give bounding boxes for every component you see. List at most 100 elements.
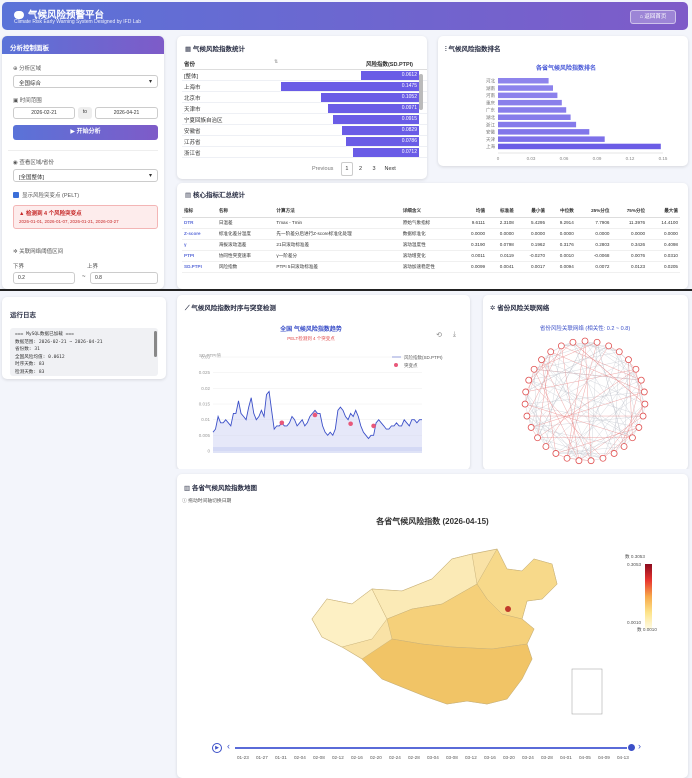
upper-input[interactable]: 0.8 (90, 272, 158, 284)
rank-bar[interactable] (498, 78, 549, 84)
timeline-date[interactable]: 02-08 (313, 755, 325, 760)
prev-button[interactable]: Previous (312, 166, 333, 172)
col-index[interactable]: 风险指数(SD.PTPI) (366, 60, 413, 68)
change-point[interactable] (348, 421, 353, 427)
restore-icon[interactable]: ⟲ (436, 331, 442, 339)
network-node[interactable] (542, 443, 550, 450)
network-node[interactable] (575, 457, 583, 465)
timeline-handle[interactable] (627, 743, 636, 752)
timeline-date[interactable]: 04-05 (579, 755, 591, 760)
region-select[interactable]: 全国综合 (13, 75, 158, 88)
network-node[interactable] (530, 365, 538, 373)
next-date-icon[interactable]: › (638, 741, 641, 751)
network-node[interactable] (552, 450, 560, 457)
network-node[interactable] (629, 434, 636, 442)
scrollbar[interactable] (419, 74, 423, 110)
log-scrollbar[interactable] (154, 331, 157, 357)
date-start-input[interactable]: 2026-02-21 (13, 107, 75, 119)
network-node[interactable] (557, 342, 565, 350)
timeline-date[interactable]: 01-31 (275, 755, 287, 760)
ranking-row[interactable]: [整体] 0.0612 (182, 70, 427, 81)
change-point[interactable] (312, 412, 318, 418)
network-node[interactable] (593, 338, 601, 346)
network-node[interactable] (525, 376, 533, 384)
network-node[interactable] (527, 424, 535, 431)
timeline-date[interactable]: 02-24 (389, 755, 401, 760)
network-node[interactable] (534, 434, 541, 442)
network-node[interactable] (625, 356, 632, 364)
network-node[interactable] (610, 450, 618, 457)
view-select[interactable]: [全国整体] (13, 169, 158, 182)
legend-point-label[interactable]: 突变点 (404, 362, 418, 369)
page-1-button[interactable]: 1 (340, 162, 353, 176)
network-node[interactable] (569, 338, 577, 346)
rank-bar[interactable] (498, 114, 571, 121)
network-node[interactable] (599, 454, 607, 462)
play-icon[interactable]: ▶ (212, 743, 222, 753)
timeline-date[interactable]: 01-27 (256, 755, 268, 760)
network-node[interactable] (547, 348, 555, 356)
ranking-row[interactable]: 安徽省 0.0829 (182, 125, 427, 136)
lower-input[interactable]: 0.2 (13, 272, 75, 284)
back-home-button[interactable]: ⌂ 返回首页 (630, 10, 676, 24)
network-node[interactable] (605, 342, 613, 350)
analyze-button[interactable]: ▶ 开始分析 (13, 125, 158, 140)
rank-bar[interactable] (498, 143, 661, 150)
ranking-row[interactable]: 浙江省 0.0712 (182, 147, 427, 158)
network-node[interactable] (637, 376, 645, 384)
sort-icon[interactable]: ⇅ (274, 59, 278, 65)
color-legend-bar[interactable] (645, 564, 652, 629)
change-point[interactable] (371, 423, 376, 429)
date-end-input[interactable]: 2026-04-21 (95, 107, 158, 119)
network-node[interactable] (632, 365, 640, 373)
rank-bar[interactable] (498, 129, 590, 135)
network-node[interactable] (615, 348, 623, 356)
timeline-date[interactable]: 02-28 (408, 755, 420, 760)
network-node[interactable] (620, 443, 628, 450)
timeline-date[interactable]: 03-16 (484, 755, 496, 760)
network-node[interactable] (639, 412, 647, 420)
timeline-date[interactable]: 04-01 (560, 755, 572, 760)
page-3-button[interactable]: 3 (368, 163, 380, 175)
timeline-date[interactable]: 02-12 (332, 755, 344, 760)
ranking-row[interactable]: 上海市 0.1475 (182, 81, 427, 92)
change-point[interactable] (279, 420, 285, 426)
rank-bar[interactable] (498, 136, 605, 142)
network-node[interactable] (563, 454, 571, 462)
col-province[interactable]: 省份 (184, 60, 195, 68)
ranking-row[interactable]: 天津市 0.0971 (182, 103, 427, 114)
download-icon[interactable]: ⤓ (453, 331, 456, 339)
network-node[interactable] (587, 457, 595, 465)
rank-bar[interactable] (498, 85, 553, 91)
timeline-date[interactable]: 03-12 (465, 755, 477, 760)
network-node[interactable] (581, 337, 589, 345)
prev-date-icon[interactable]: ‹ (227, 741, 230, 751)
timeline-date[interactable]: 04-09 (598, 755, 610, 760)
timeline-date[interactable]: 02-16 (351, 755, 363, 760)
rank-bar[interactable] (498, 107, 567, 113)
timeline-date[interactable]: 03-08 (446, 755, 458, 760)
pelt-checkbox-row[interactable]: 显示风险突变点 (PELT) (13, 191, 79, 199)
rank-bar[interactable] (498, 92, 558, 99)
ranking-row[interactable]: 宁夏回族自治区 0.0915 (182, 114, 427, 125)
timeline-date[interactable]: 02-20 (370, 755, 382, 760)
timeline-date[interactable]: 02-04 (294, 755, 306, 760)
timeline-date[interactable]: 03-24 (522, 755, 534, 760)
ranking-row[interactable]: 江苏省 0.0786 (182, 136, 427, 147)
timeline-date[interactable]: 03-28 (541, 755, 553, 760)
network-node[interactable] (641, 400, 649, 408)
page-2-button[interactable]: 2 (354, 163, 366, 175)
network-node[interactable] (521, 400, 529, 408)
next-button[interactable]: Next (385, 166, 396, 172)
timeline-date[interactable]: 03-20 (503, 755, 515, 760)
legend-line-label[interactable]: 风险指数(SD.PTPI) (404, 354, 443, 361)
china-map[interactable] (272, 529, 652, 729)
network-node[interactable] (522, 388, 530, 396)
network-node[interactable] (635, 424, 643, 431)
network-node[interactable] (640, 388, 648, 396)
timeline-date[interactable]: 03-04 (427, 755, 439, 760)
network-node[interactable] (523, 412, 531, 420)
timeline-track[interactable] (235, 747, 627, 749)
network-node[interactable] (538, 356, 545, 364)
timeline-date[interactable]: 04-13 (617, 755, 629, 760)
